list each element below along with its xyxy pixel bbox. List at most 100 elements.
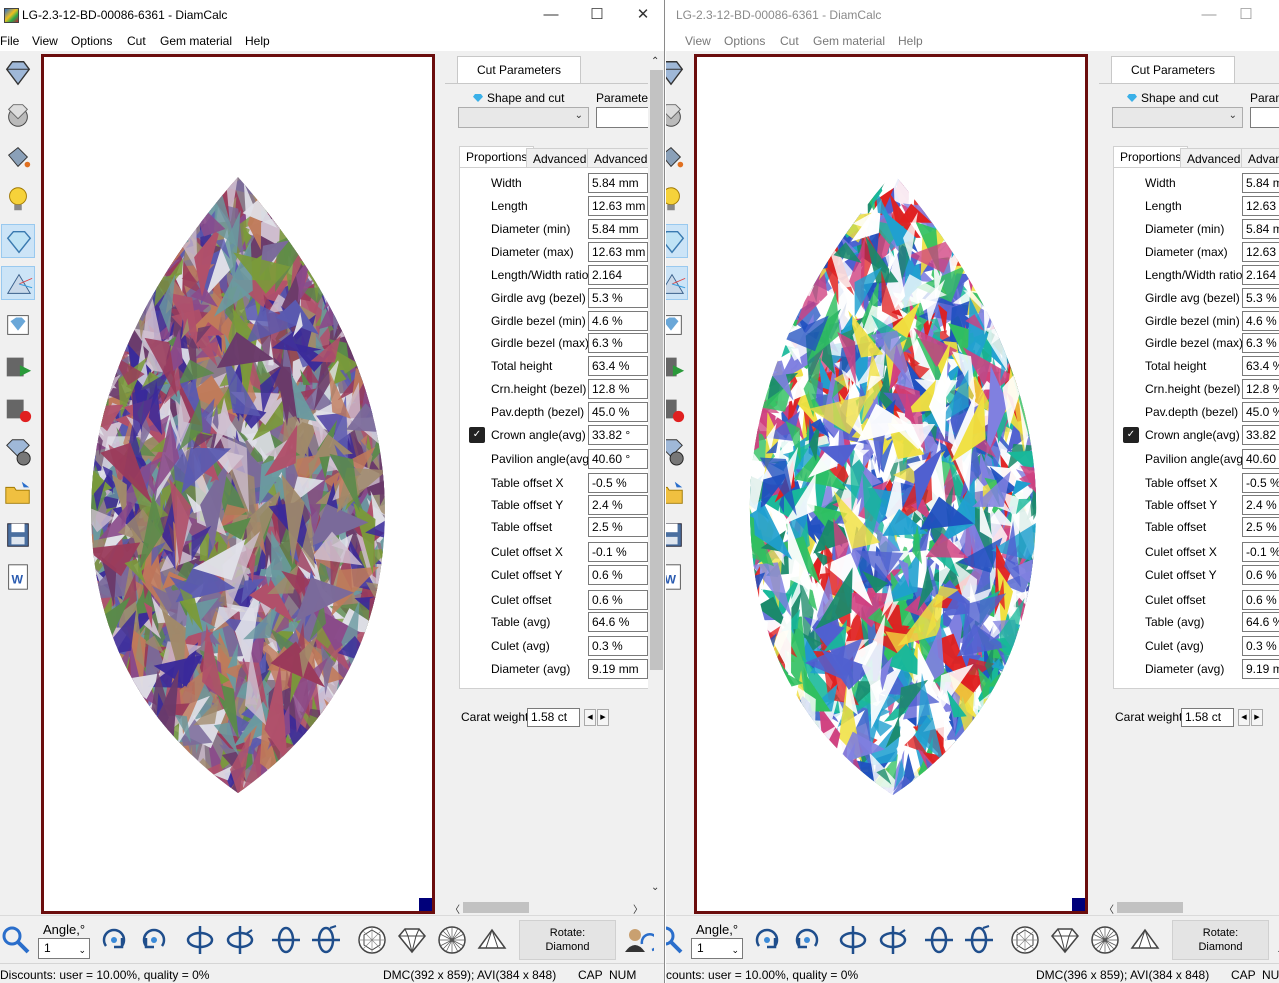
ball-icon[interactable] xyxy=(666,98,688,132)
tab-advanced[interactable]: Advanced xyxy=(1180,148,1248,168)
lock-icon[interactable]: ✓ xyxy=(469,427,485,443)
tab-proportions[interactable]: Proportions xyxy=(459,146,535,168)
proportion-value-field[interactable]: -0.1 % xyxy=(1242,542,1279,562)
proportion-value-field[interactable]: 45.0 % xyxy=(588,402,648,422)
top-view-icon[interactable] xyxy=(356,924,388,956)
proportion-value-field[interactable]: 45.0 % xyxy=(1242,402,1279,422)
proportion-value-field[interactable]: 6.3 % xyxy=(1242,333,1279,353)
maximize-button[interactable]: ☐ xyxy=(574,0,620,32)
rotate-mode[interactable]: Rotate: Diamond xyxy=(1172,920,1269,960)
tab-advanced[interactable]: Advanced xyxy=(526,148,594,168)
prism-icon[interactable] xyxy=(666,266,688,300)
flip-vertical-2-icon[interactable] xyxy=(224,924,256,956)
carat-weight-field[interactable]: 1.58 ct xyxy=(1181,708,1234,727)
light-bulb-icon[interactable] xyxy=(666,182,688,216)
menu-view[interactable]: View xyxy=(685,34,711,48)
proportion-value-field[interactable]: 12.63 mm xyxy=(1242,196,1279,216)
pavilion-view-icon[interactable] xyxy=(1129,924,1161,956)
proportion-value-field[interactable]: -0.1 % xyxy=(588,542,648,562)
proportion-value-field[interactable]: 63.4 % xyxy=(1242,356,1279,376)
shape-select[interactable]: ⌄ xyxy=(1112,107,1243,128)
title-bar[interactable]: LG-2.3-12-BD-00086-6361 - DiamCalc — ☐ ✕ xyxy=(0,0,664,32)
proportion-value-field[interactable]: 9.19 mm xyxy=(1242,659,1279,679)
lock-icon[interactable]: ✓ xyxy=(1123,427,1139,443)
minimize-button[interactable]: — xyxy=(528,0,574,32)
bottom-view-icon[interactable] xyxy=(1089,924,1121,956)
spin-right-button[interactable]: ▶ xyxy=(1251,709,1263,726)
proportion-value-field[interactable]: 40.60 ° xyxy=(1242,449,1279,469)
rotate-mode[interactable]: Rotate: Diamond xyxy=(519,920,616,960)
carat-weight-field[interactable]: 1.58 ct xyxy=(527,708,580,727)
word-export-icon[interactable]: W xyxy=(666,560,688,594)
proportion-value-field[interactable]: 2.4 % xyxy=(1242,495,1279,515)
video-play-icon[interactable] xyxy=(1,350,35,384)
save-icon[interactable] xyxy=(1,518,35,552)
menu-gem-material[interactable]: Gem material xyxy=(160,34,232,48)
proportion-value-field[interactable]: 64.6 % xyxy=(588,612,648,632)
proportion-value-field[interactable]: 5.84 mm xyxy=(1242,173,1279,193)
zoom-icon[interactable] xyxy=(666,924,685,956)
proportion-value-field[interactable]: 0.3 % xyxy=(588,636,648,656)
proportion-value-field[interactable]: 2.164 xyxy=(1242,265,1279,285)
photo-icon[interactable] xyxy=(1,308,35,342)
scroll-down-icon[interactable]: ⌄ xyxy=(651,882,659,893)
proportion-value-field[interactable]: 2.5 % xyxy=(1242,517,1279,537)
flip-vertical-2-icon[interactable] xyxy=(877,924,909,956)
sparkle-diamond-icon[interactable] xyxy=(1,224,35,258)
menu-options[interactable]: Options xyxy=(71,34,112,48)
side-view-icon[interactable] xyxy=(1049,924,1081,956)
proportion-value-field[interactable]: 40.60 ° xyxy=(588,449,648,469)
proportion-value-field[interactable]: 0.6 % xyxy=(1242,565,1279,585)
bottom-view-icon[interactable] xyxy=(436,924,468,956)
pavilion-view-icon[interactable] xyxy=(476,924,508,956)
panel-horizontal-scrollbar[interactable]: 〈 〉 xyxy=(447,899,648,916)
top-view-icon[interactable] xyxy=(1009,924,1041,956)
flip-horizontal-icon[interactable] xyxy=(923,924,955,956)
title-bar[interactable]: LG-2.3-12-BD-00086-6361 - DiamCalc — ☐ xyxy=(666,0,1279,32)
diamond-view-icon[interactable] xyxy=(1,56,35,90)
flip-horizontal-2-icon[interactable] xyxy=(310,924,342,956)
proportion-value-field[interactable]: 5.84 mm xyxy=(588,219,648,239)
angle-select[interactable]: 1 ⌄ xyxy=(38,938,90,959)
rotate-cw-icon[interactable] xyxy=(98,924,130,956)
proportion-value-field[interactable]: 0.6 % xyxy=(1242,590,1279,610)
diamond-viewport[interactable] xyxy=(41,54,435,914)
scroll-thumb[interactable] xyxy=(650,70,663,670)
proportion-value-field[interactable]: 12.63 mm xyxy=(588,242,648,262)
spin-left-button[interactable]: ◀ xyxy=(584,709,596,726)
rotate-ccw-icon[interactable] xyxy=(791,924,823,956)
hscroll-thumb[interactable] xyxy=(1117,902,1183,913)
menu-cut[interactable]: Cut xyxy=(127,34,146,48)
diamond-viewport[interactable] xyxy=(694,54,1088,914)
proportion-value-field[interactable]: 5.84 mm xyxy=(588,173,648,193)
panel-horizontal-scrollbar[interactable]: 〈 xyxy=(1101,899,1279,916)
diamond-settings-icon[interactable] xyxy=(666,434,688,468)
ball-icon[interactable] xyxy=(1,98,35,132)
shape-select[interactable]: ⌄ xyxy=(458,107,589,128)
scroll-left-icon[interactable]: 〈 xyxy=(450,901,460,916)
panel-vertical-scrollbar[interactable]: ⌃ ⌄ xyxy=(648,54,664,899)
spin-right-button[interactable]: ▶ xyxy=(597,709,609,726)
proportion-value-field[interactable]: 2.5 % xyxy=(588,517,648,537)
scroll-up-icon[interactable]: ⌃ xyxy=(651,56,659,67)
proportion-value-field[interactable]: 12.63 mm xyxy=(588,196,648,216)
proportion-value-field[interactable]: 4.6 % xyxy=(1242,311,1279,331)
rotate-cw-icon[interactable] xyxy=(751,924,783,956)
tab-cut-parameters[interactable]: Cut Parameters xyxy=(457,56,581,83)
proportion-value-field[interactable]: 12.63 mm xyxy=(1242,242,1279,262)
spin-left-button[interactable]: ◀ xyxy=(1238,709,1250,726)
menu-gem-material[interactable]: Gem material xyxy=(813,34,885,48)
diamond-view-icon[interactable] xyxy=(666,56,688,90)
proportion-value-field[interactable]: 64.6 % xyxy=(1242,612,1279,632)
menu-cut[interactable]: Cut xyxy=(780,34,799,48)
photo-icon[interactable] xyxy=(666,308,688,342)
proportion-value-field[interactable]: -0.5 % xyxy=(1242,473,1279,493)
scroll-right-icon[interactable]: 〉 xyxy=(633,901,643,916)
flip-horizontal-icon[interactable] xyxy=(270,924,302,956)
proportion-value-field[interactable]: 12.8 % xyxy=(588,379,648,399)
proportion-value-field[interactable]: 9.19 mm xyxy=(588,659,648,679)
user-rotate-icon[interactable] xyxy=(1275,924,1279,956)
prism-icon[interactable] xyxy=(1,266,35,300)
user-rotate-icon[interactable] xyxy=(622,924,659,956)
angle-select[interactable]: 1 ⌄ xyxy=(691,938,743,959)
